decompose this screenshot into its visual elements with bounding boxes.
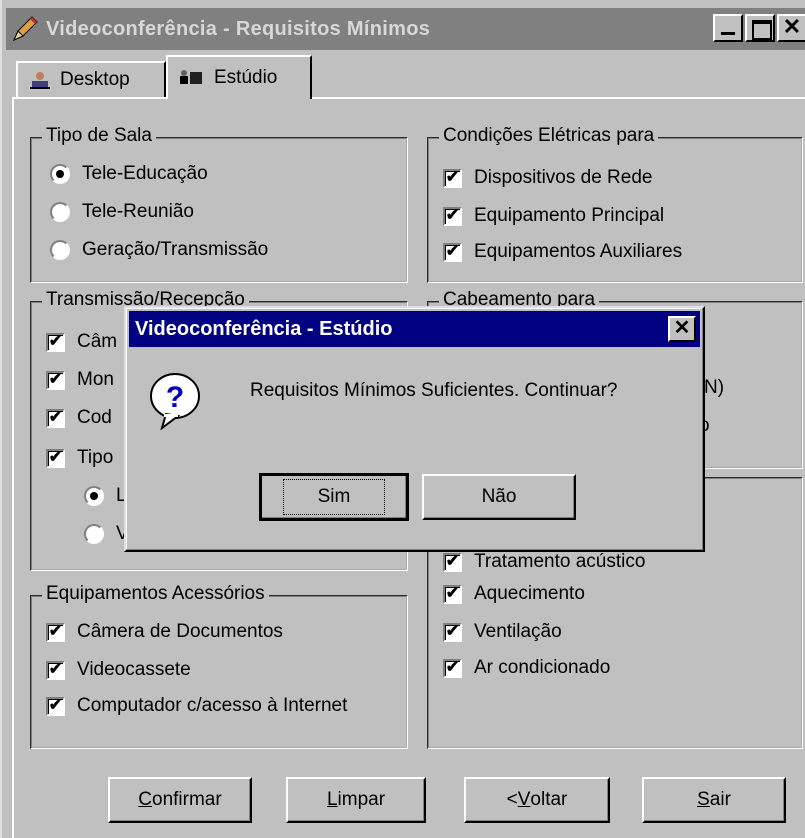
tab-estudio-label: Estúdio — [214, 67, 278, 88]
question-icon: ? — [150, 373, 200, 430]
checkbox[interactable]: ✔ — [46, 622, 65, 642]
radio-geracao-transmissao[interactable]: Geração/Transmissão — [50, 239, 268, 261]
checkbox[interactable]: ✔ — [443, 552, 462, 572]
checkbox[interactable]: ✔ — [46, 408, 65, 428]
confirmar-button[interactable]: Confirmar — [108, 777, 252, 823]
minimize-button[interactable] — [713, 14, 743, 42]
title-bar[interactable]: Videoconferência - Requisitos Mínimos ✕ — [6, 8, 805, 50]
pencil-icon — [13, 16, 38, 41]
tab-estudio[interactable]: Estúdio — [166, 55, 312, 99]
checkbox[interactable]: ✔ — [443, 584, 462, 604]
checkbox-label: Tipo — [77, 447, 114, 468]
checkbox-label: Mon — [77, 369, 114, 390]
window-title: Videoconferência - Requisitos Mínimos — [46, 17, 431, 40]
checkbox-label: Ventilação — [474, 621, 562, 642]
checkbox[interactable]: ✔ — [443, 622, 462, 642]
checkbox[interactable]: ✔ — [46, 696, 65, 716]
checkbox-label: Câmera de Documentos — [77, 621, 283, 642]
radio-label: Geração/Transmissão — [82, 239, 269, 260]
radio-line[interactable]: L — [84, 485, 127, 507]
checkbox-videocassete[interactable]: ✔ Videocassete — [46, 659, 191, 681]
limpar-button[interactable]: Limpar — [286, 777, 426, 823]
radio-label: Tele-Reunião — [82, 201, 194, 222]
checkbox-monitor[interactable]: ✔ Mon — [46, 369, 114, 391]
group-title: Equipamentos Acessórios — [42, 583, 269, 605]
tab-desktop-label: Desktop — [60, 69, 130, 90]
checkbox-dispositivos-rede[interactable]: ✔ Dispositivos de Rede — [443, 167, 652, 189]
nao-button[interactable]: Não — [422, 474, 576, 520]
dialog-message: Requisitos Mínimos Suficientes. Continua… — [250, 380, 618, 401]
close-button[interactable]: ✕ — [777, 14, 805, 42]
radio-tele-reuniao[interactable]: Tele-Reunião — [50, 201, 194, 223]
group-title: Tipo de Sala — [42, 125, 156, 147]
checkbox-label: Dispositivos de Rede — [474, 167, 653, 188]
voltar-button[interactable]: < Voltar — [464, 777, 610, 823]
checkbox[interactable]: ✔ — [443, 168, 462, 188]
checkbox[interactable]: ✔ — [46, 370, 65, 390]
tab-desktop[interactable]: Desktop — [16, 61, 166, 97]
radio-button[interactable] — [50, 240, 70, 260]
checkbox-ar-condicionado[interactable]: ✔ Ar condicionado — [443, 657, 610, 679]
checkbox-camera-documentos[interactable]: ✔ Câmera de Documentos — [46, 621, 283, 643]
checkbox-tratamento-acustico[interactable]: ✔ Tratamento acústico — [443, 551, 645, 573]
checkbox-label: Tratamento acústico — [474, 551, 646, 572]
checkbox-label: Aquecimento — [474, 583, 585, 604]
checkbox[interactable]: ✔ — [443, 206, 462, 226]
checkbox-label: Equipamento Principal — [474, 205, 665, 226]
checkbox-tipo[interactable]: ✔ Tipo — [46, 447, 113, 469]
group-equipamentos-acessorios: Equipamentos Acessórios ✔ Câmera de Docu… — [30, 583, 408, 749]
group-title: Condições Elétricas para — [439, 125, 659, 147]
radio-button[interactable] — [84, 486, 104, 506]
checkbox[interactable]: ✔ — [46, 660, 65, 680]
sim-button[interactable]: Sim — [259, 473, 409, 521]
checkbox[interactable]: ✔ — [443, 242, 462, 262]
checkbox[interactable]: ✔ — [46, 332, 65, 352]
sim-label: Sim — [282, 479, 386, 515]
checkbox-equipamento-principal[interactable]: ✔ Equipamento Principal — [443, 205, 664, 227]
group-tipo-sala: Tipo de Sala Tele-Educação Tele-Reunião … — [30, 125, 408, 283]
sair-button[interactable]: Sair — [642, 777, 786, 823]
checkbox-camera[interactable]: ✔ Câm — [46, 331, 117, 353]
nao-label: Não — [481, 486, 517, 507]
dialog-title-bar[interactable]: Videoconferência - Estúdio ✕ — [129, 311, 700, 347]
checkbox-label: Computador c/acesso à Internet — [77, 695, 348, 716]
svg-text:?: ? — [166, 381, 184, 414]
studio-icon — [180, 70, 202, 84]
checkbox-label: Ar condicionado — [474, 657, 611, 678]
radio-v[interactable]: V — [84, 523, 129, 545]
checkbox[interactable]: ✔ — [443, 658, 462, 678]
dialog-title: Videoconferência - Estúdio — [135, 317, 393, 340]
checkbox-label: Videocassete — [77, 659, 191, 680]
radio-button[interactable] — [84, 524, 104, 544]
checkbox-label: Equipamentos Auxiliares — [474, 241, 683, 262]
radio-button[interactable] — [50, 202, 70, 222]
checkbox-label: Cod — [77, 407, 112, 428]
partial-label: N) — [704, 377, 725, 398]
maximize-button[interactable] — [745, 14, 775, 42]
confirm-dialog: Videoconferência - Estúdio ✕ ? Requisito… — [124, 306, 705, 552]
group-condicoes-eletricas: Condições Elétricas para ✔ Dispositivos … — [427, 125, 803, 283]
radio-tele-educacao[interactable]: Tele-Educação — [50, 163, 208, 185]
checkbox[interactable]: ✔ — [46, 448, 65, 468]
radio-button[interactable] — [50, 164, 70, 184]
checkbox-aquecimento[interactable]: ✔ Aquecimento — [443, 583, 585, 605]
dialog-close-button[interactable]: ✕ — [668, 316, 696, 342]
checkbox-ventilacao[interactable]: ✔ Ventilação — [443, 621, 562, 643]
desktop-icon — [30, 72, 50, 89]
radio-label: Tele-Educação — [82, 163, 208, 184]
checkbox-label: Câm — [77, 331, 118, 352]
checkbox-equipamentos-auxiliares[interactable]: ✔ Equipamentos Auxiliares — [443, 241, 682, 263]
checkbox-codec[interactable]: ✔ Cod — [46, 407, 112, 429]
checkbox-computador-internet[interactable]: ✔ Computador c/acesso à Internet — [46, 695, 347, 717]
